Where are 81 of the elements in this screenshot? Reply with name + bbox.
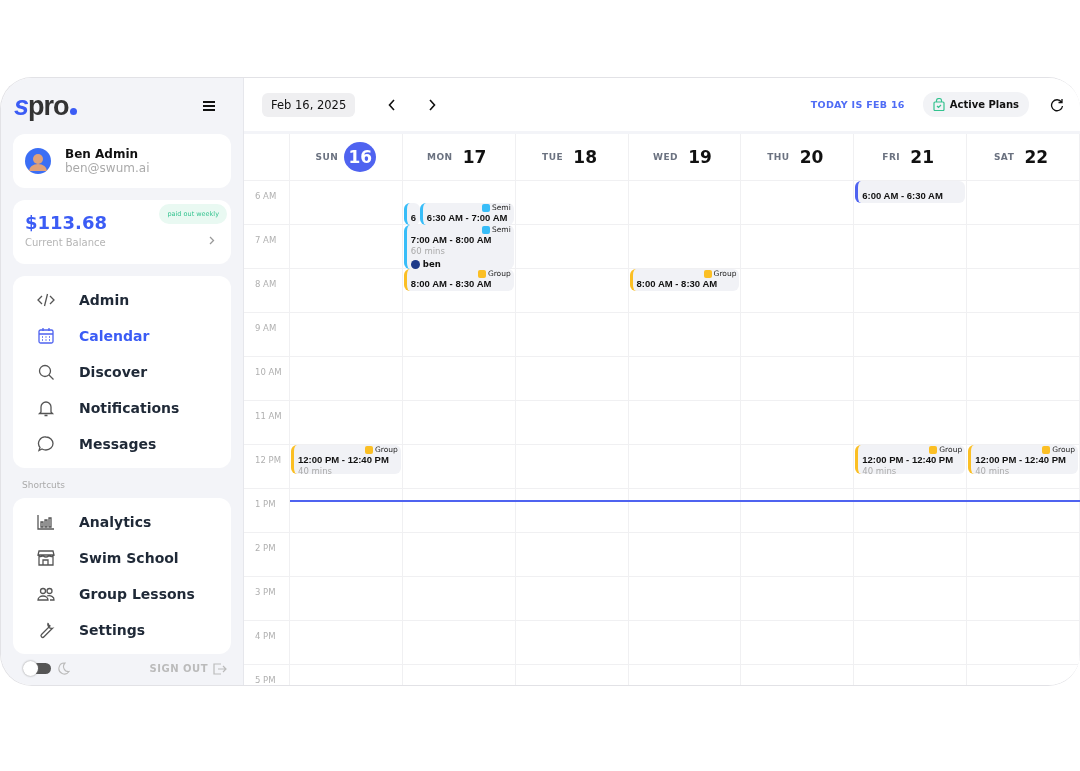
attendee-avatar-icon bbox=[410, 259, 420, 269]
date-picker-button[interactable]: Feb 16, 2025 bbox=[262, 92, 356, 117]
hour-label: 5 PM bbox=[255, 675, 276, 685]
shortcut-item[interactable]: Analytics bbox=[13, 504, 231, 540]
moon-icon bbox=[57, 662, 70, 675]
sign-out-icon bbox=[213, 662, 227, 675]
hour-label: 4 PM bbox=[255, 631, 276, 641]
nav-item[interactable]: Notifications bbox=[13, 390, 231, 426]
weekday-label: WED bbox=[653, 152, 679, 162]
user-name: Ben Admin bbox=[65, 147, 140, 161]
menu-icon[interactable] bbox=[203, 101, 215, 111]
next-icon[interactable] bbox=[428, 98, 437, 111]
section-label: Shortcuts bbox=[22, 480, 67, 490]
calendar-icon bbox=[37, 327, 55, 345]
day-number[interactable]: 16 bbox=[344, 142, 377, 172]
event-time: 12:00 PM - 12:40 PM bbox=[975, 454, 1066, 466]
hour-label: 8 AM bbox=[255, 279, 277, 289]
day-number[interactable]: 19 bbox=[684, 142, 717, 172]
weekday-label: TUE bbox=[542, 152, 564, 162]
hour-label: 7 AM bbox=[255, 235, 277, 245]
refresh-icon[interactable] bbox=[1050, 97, 1064, 112]
day-number[interactable]: 22 bbox=[1020, 142, 1053, 172]
weekday-label: THU bbox=[767, 152, 790, 162]
hour-label: 2 PM bbox=[255, 543, 276, 553]
event-time: 6:00 AM - 6:30 AM bbox=[862, 190, 943, 202]
shortcut-item[interactable]: Group Lessons bbox=[13, 576, 231, 612]
weekday-label: SUN bbox=[315, 152, 339, 162]
hour-label: 10 AM bbox=[255, 367, 282, 377]
shortcut-item[interactable]: Swim School bbox=[13, 540, 231, 576]
wrench-icon bbox=[37, 621, 55, 639]
event-duration: 40 mins bbox=[975, 466, 1010, 475]
event-time: 7:00 AM - 8:00 AM bbox=[410, 234, 492, 246]
event-time: 6:30 AM - 7:00 AM bbox=[426, 212, 508, 224]
chat-bubble-icon bbox=[37, 435, 55, 453]
nav-item[interactable]: Discover bbox=[13, 354, 231, 390]
balance-amount: $113.68 bbox=[25, 212, 107, 233]
event-duration: 40 mins bbox=[862, 466, 897, 475]
dark-mode-toggle[interactable] bbox=[25, 663, 51, 674]
day-number[interactable]: 21 bbox=[906, 142, 939, 172]
storefront-icon bbox=[37, 549, 55, 567]
people-icon bbox=[37, 585, 55, 603]
calendar-event[interactable]: 6 bbox=[403, 203, 420, 225]
shopping-bag-icon bbox=[932, 98, 945, 111]
bar-chart-icon bbox=[37, 513, 55, 531]
calendar-event[interactable]: 6:00 AM - 6:30 AM bbox=[855, 181, 966, 203]
user-email: ben@swum.ai bbox=[65, 161, 150, 175]
weekday-label: FRI bbox=[882, 152, 901, 162]
balance-label: Current Balance bbox=[25, 237, 106, 248]
weekday-label: MON bbox=[426, 152, 453, 162]
nav-item[interactable]: Calendar bbox=[13, 318, 231, 354]
event-time: 8:00 AM - 8:30 AM bbox=[636, 278, 718, 290]
event-time: 8:00 AM - 8:30 AM bbox=[410, 278, 492, 290]
hour-label: 3 PM bbox=[255, 587, 276, 597]
chevron-right-icon bbox=[209, 236, 215, 245]
previous-icon[interactable] bbox=[388, 98, 397, 111]
nav-item[interactable]: Messages bbox=[13, 426, 231, 462]
hour-label: 6 AM bbox=[255, 191, 277, 201]
event-time: 12:00 PM - 12:40 PM bbox=[862, 454, 954, 466]
hour-label: 1 PM bbox=[255, 499, 276, 509]
weekday-label: SAT bbox=[993, 152, 1015, 162]
hour-label: 11 AM bbox=[255, 411, 282, 421]
search-icon bbox=[37, 363, 55, 381]
avatar-icon bbox=[25, 148, 51, 174]
user-card[interactable]: Ben Admin ben@swum.ai bbox=[13, 134, 231, 188]
event-time: 12:00 PM - 12:40 PM bbox=[298, 454, 389, 466]
hour-label: 9 AM bbox=[255, 323, 277, 333]
event-duration: 60 mins bbox=[410, 246, 445, 257]
day-number[interactable]: 17 bbox=[458, 142, 491, 172]
nav-item[interactable]: Admin bbox=[13, 282, 231, 318]
app-logo: spro bbox=[14, 90, 77, 122]
event-time: 6 bbox=[410, 212, 417, 224]
hour-label: 12 PM bbox=[255, 455, 281, 465]
shortcut-item[interactable]: Settings bbox=[13, 612, 231, 648]
bell-icon bbox=[37, 399, 55, 417]
active-plans-button[interactable]: Active Plans bbox=[922, 92, 1029, 117]
attendee-name: ben bbox=[422, 259, 441, 269]
event-duration: 40 mins bbox=[298, 466, 332, 475]
day-number[interactable]: 20 bbox=[795, 142, 828, 172]
code-icon bbox=[37, 291, 55, 309]
day-number[interactable]: 18 bbox=[569, 142, 602, 172]
today-link[interactable]: TODAY IS FEB 16 bbox=[804, 98, 911, 111]
